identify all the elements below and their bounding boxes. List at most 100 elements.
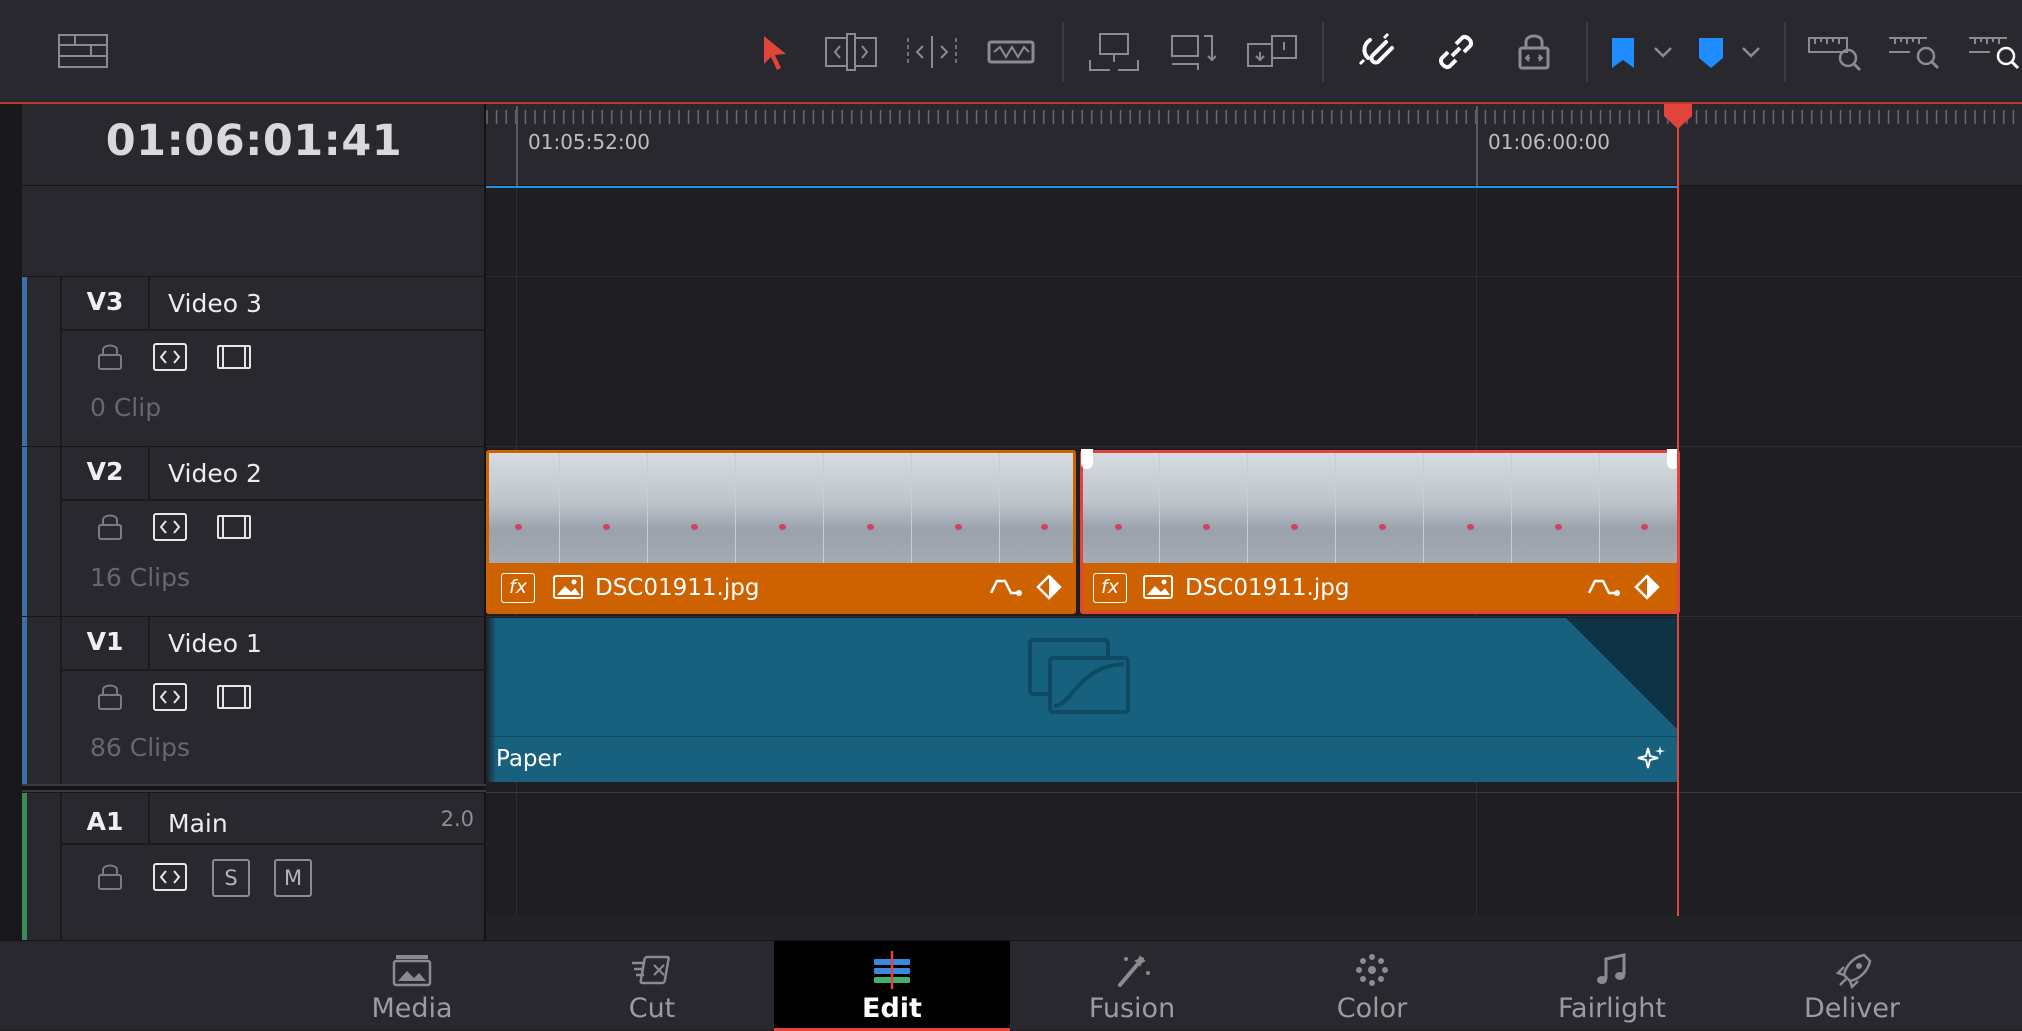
trim-handle-left[interactable]: [1081, 449, 1093, 469]
track-header-v2[interactable]: V2 Video 2 16 Clips: [22, 446, 486, 616]
blade-edit-mode-icon[interactable]: [986, 30, 1036, 74]
trim-edit-mode-icon[interactable]: [822, 30, 880, 74]
track-name[interactable]: Video 1: [168, 629, 262, 658]
track-id: V2: [86, 457, 124, 486]
timeline-clip-generator[interactable]: Paper: [486, 618, 1678, 782]
nav-label: Fusion: [1088, 993, 1176, 1024]
position-lock-icon[interactable]: [1512, 30, 1556, 74]
zoom-custom-icon[interactable]: [1966, 30, 2022, 74]
fx-badge-icon: fx: [501, 573, 535, 603]
replace-clip-icon[interactable]: [1244, 30, 1302, 74]
keyframe-icon[interactable]: [1035, 573, 1063, 601]
track-name[interactable]: Video 3: [168, 289, 262, 318]
nav-fusion[interactable]: Fusion: [1014, 941, 1250, 1031]
toolbar-separator: [1322, 22, 1324, 82]
divider: [148, 447, 150, 499]
playhead-marker-icon[interactable]: [1663, 104, 1693, 130]
nav-cut[interactable]: Cut: [534, 941, 770, 1031]
zoom-detail-icon[interactable]: [1886, 30, 1944, 74]
track-name[interactable]: Video 2: [168, 459, 262, 488]
zoom-full-icon[interactable]: [1806, 30, 1864, 74]
auto-track-selector-icon[interactable]: [152, 341, 188, 373]
track-id: A1: [86, 807, 124, 836]
timeline-view-options-icon[interactable]: [58, 34, 108, 68]
marker-dropdown-chevron-icon[interactable]: [1738, 30, 1764, 74]
timeline-toolbar: [0, 0, 2022, 104]
disable-video-track-icon[interactable]: [216, 511, 252, 543]
clip-thumbnails: [489, 453, 1073, 563]
timeline-clip-selected[interactable]: fx DSC01911.jpg: [1080, 449, 1680, 614]
track-color-bar: [22, 447, 27, 616]
track-header-a1[interactable]: A1 Main 2.0 S M: [22, 792, 486, 940]
overwrite-clip-icon[interactable]: [1168, 30, 1216, 74]
page-navigation-bar: Media Cut Edit Fusion Color Fairlight De…: [0, 940, 2022, 1031]
lock-track-icon[interactable]: [92, 341, 128, 373]
left-edge-strip: [0, 0, 22, 940]
clip-divider: [486, 736, 1678, 737]
snapping-icon[interactable]: [1356, 30, 1400, 74]
curve-icon[interactable]: [989, 573, 1027, 601]
marker-icon[interactable]: [1694, 30, 1728, 74]
track-header-v1[interactable]: V1 Video 1 86 Clips: [22, 616, 486, 786]
lock-track-icon[interactable]: [92, 511, 128, 543]
nav-label: Deliver: [1803, 993, 1901, 1024]
nav-media[interactable]: Media: [294, 941, 530, 1031]
track-color-bar: [22, 617, 27, 786]
fusion-page-icon: [1118, 955, 1150, 987]
nav-deliver[interactable]: Deliver: [1734, 941, 1970, 1031]
linked-selection-icon[interactable]: [1434, 30, 1478, 74]
clip-fade: [486, 618, 496, 782]
divider: [60, 843, 486, 845]
auto-track-selector-icon[interactable]: [152, 681, 188, 713]
nav-label: Color: [1336, 993, 1408, 1024]
sparkle-effect-icon[interactable]: [1636, 744, 1666, 774]
divider: [60, 329, 486, 331]
image-clip-icon: [553, 575, 583, 599]
playhead-timecode[interactable]: 01:06:01:41: [22, 116, 486, 166]
lock-track-icon[interactable]: [92, 681, 128, 713]
dynamic-trim-mode-icon[interactable]: [904, 30, 960, 74]
timeline-clip[interactable]: fx DSC01911.jpg: [486, 450, 1076, 614]
divider: [148, 617, 150, 669]
toolbar-separator: [1586, 22, 1588, 82]
flag-dropdown-chevron-icon[interactable]: [1650, 30, 1676, 74]
auto-track-selector-icon[interactable]: [152, 861, 188, 893]
ruler-timecode-label: 01:05:52:00: [528, 130, 651, 154]
nav-edit-active[interactable]: Edit: [774, 941, 1010, 1031]
flag-icon[interactable]: [1606, 30, 1640, 74]
nav-fairlight[interactable]: Fairlight: [1494, 941, 1730, 1031]
timeline-scrollbar[interactable]: [486, 916, 2022, 940]
media-page-icon: [392, 955, 432, 987]
clip-thumbnails: [1083, 453, 1677, 563]
render-range-bar: [486, 186, 1678, 188]
ruler-major-tick: [516, 106, 518, 186]
audio-channel-format: 2.0: [440, 807, 474, 831]
lane-divider: [486, 276, 2022, 277]
curve-icon[interactable]: [1587, 573, 1625, 601]
insert-clip-icon[interactable]: [1086, 30, 1142, 74]
playhead-line[interactable]: [1677, 104, 1679, 916]
timeline-tracks-area[interactable]: fx DSC01911.jpg fx DSC01911.jpg Paper: [486, 186, 2022, 940]
mute-button[interactable]: M: [274, 859, 312, 897]
selection-mode-icon[interactable]: [752, 30, 796, 74]
fx-badge-icon: fx: [1093, 573, 1127, 603]
divider: [148, 277, 150, 329]
lock-track-icon[interactable]: [92, 861, 128, 893]
nav-label: Fairlight: [1557, 993, 1667, 1024]
divider: [60, 669, 486, 671]
image-clip-icon: [1143, 575, 1173, 599]
solo-button[interactable]: S: [212, 859, 250, 897]
track-header-v3[interactable]: V3 Video 3 0 Clip: [22, 276, 486, 446]
ruler-major-tick: [1476, 106, 1478, 186]
nav-label: Edit: [862, 993, 922, 1024]
disable-video-track-icon[interactable]: [216, 341, 252, 373]
nav-color[interactable]: Color: [1254, 941, 1490, 1031]
track-header-spacer: [22, 186, 486, 276]
color-page-icon: [1356, 954, 1388, 986]
fairlight-music-note-icon: [1597, 953, 1626, 984]
disable-video-track-icon[interactable]: [216, 681, 252, 713]
keyframe-icon[interactable]: [1633, 573, 1661, 601]
auto-track-selector-icon[interactable]: [152, 511, 188, 543]
track-name[interactable]: Main: [168, 809, 228, 838]
timeline-ruler[interactable]: 01:05:52:00 01:06:00:00: [486, 104, 2022, 186]
